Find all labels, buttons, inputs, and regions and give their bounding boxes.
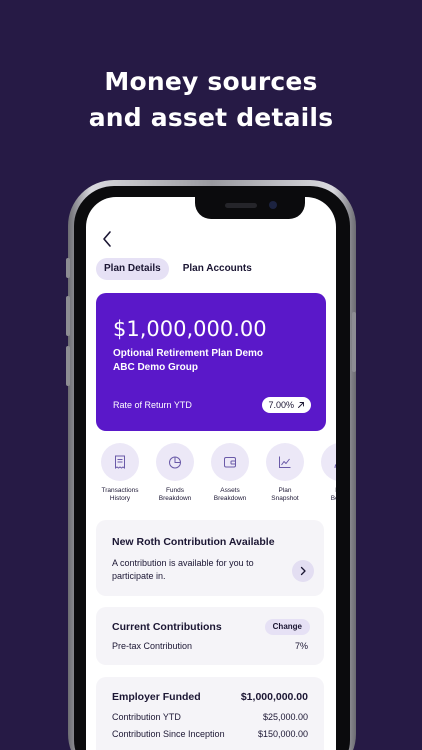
roth-card-text-line-2: participate in. [112,571,166,581]
plan-balance-card: $1,000,000.00 Optional Retirement Plan D… [96,293,326,431]
action-transactions-history[interactable]: Transactions History [96,443,144,503]
power-button [352,312,356,372]
roth-card-title: New Roth Contribution Available [112,536,275,548]
mute-switch [66,258,70,278]
rate-of-return-badge: 7.00% [262,397,311,413]
volume-up-button [66,296,70,336]
roth-card-open-button[interactable] [292,560,314,582]
front-camera [269,201,277,209]
action-plan-snapshot[interactable]: Plan Snapshot [261,443,309,503]
roth-contribution-card[interactable]: New Roth Contribution Available A contri… [96,520,324,596]
action-label-line-2: Breakdown [158,495,192,502]
action-funds-breakdown[interactable]: Funds Breakdown [151,443,199,503]
action-label-line-2: Benefi [330,495,336,502]
current-contributions-card: Current Contributions Change Pre-tax Con… [96,607,324,665]
group-name: ABC Demo Group [113,362,198,373]
speaker [225,203,257,208]
volume-down-button [66,346,70,386]
plan-balance-amount: $1,000,000.00 [113,317,267,341]
chevron-right-icon [300,566,306,576]
tab-plan-accounts[interactable]: Plan Accounts [175,258,260,280]
contribution-ytd-value: $25,000.00 [262,712,308,722]
pre-tax-contribution-label: Pre-tax Contribution [112,641,193,651]
employer-card-title: Employer Funded [112,691,201,703]
employer-total: $1,000,000.00 [240,691,308,703]
action-label-line-1: Assets [220,487,240,494]
action-label-line-2: History [109,495,131,502]
person-icon [334,463,336,469]
line-chart-icon [279,456,291,468]
action-label-line-1: Plan [278,487,292,494]
action-label-line-2: Breakdown [213,495,247,502]
action-label-line-1: Transactions [101,487,139,494]
arrow-up-right-icon [298,402,304,408]
headline-line-1: Money sources [104,67,318,96]
contributions-card-title: Current Contributions [112,621,222,633]
plan-name: Optional Retirement Plan Demo [113,348,264,359]
rate-of-return-label: Rate of Return YTD [113,400,192,410]
contribution-since-inception-value: $150,000.00 [257,729,308,739]
receipt-icon [115,455,125,469]
action-assets-breakdown[interactable]: Assets Breakdown [206,443,254,503]
pie-chart-icon [169,456,181,469]
wallet-icon [224,457,236,468]
action-label-line-1: Funds [165,487,185,494]
contribution-since-inception-label: Contribution Since Inception [112,729,225,739]
chevron-left-icon [103,231,111,247]
employer-funded-card: Employer Funded $1,000,000.00 Contributi… [96,677,324,750]
action-label-line-2: Snapshot [271,495,299,502]
headline: Money sources and asset details [0,64,422,136]
pre-tax-contribution-value: 7% [294,641,308,651]
app-screen: Plan Details Plan Accounts $1,000,000.00… [86,197,336,750]
tab-plan-details[interactable]: Plan Details [96,258,169,280]
back-button[interactable] [100,229,116,249]
action-label-line-1: Pla [316,487,336,495]
roth-card-text-line-1: A contribution is available for you to [112,558,254,568]
change-contribution-button[interactable]: Change [264,619,310,635]
quick-actions: Transactions History Funds Breakdown Ass… [96,443,336,513]
phone-notch [195,197,305,219]
contribution-ytd-label: Contribution YTD [112,712,181,722]
rate-of-return-value: 7.00% [268,400,294,410]
action-plan-beneficiaries[interactable]: Pla Benefi [316,443,336,503]
tab-bar: Plan Details Plan Accounts [96,258,260,280]
headline-line-2: and asset details [88,103,334,132]
